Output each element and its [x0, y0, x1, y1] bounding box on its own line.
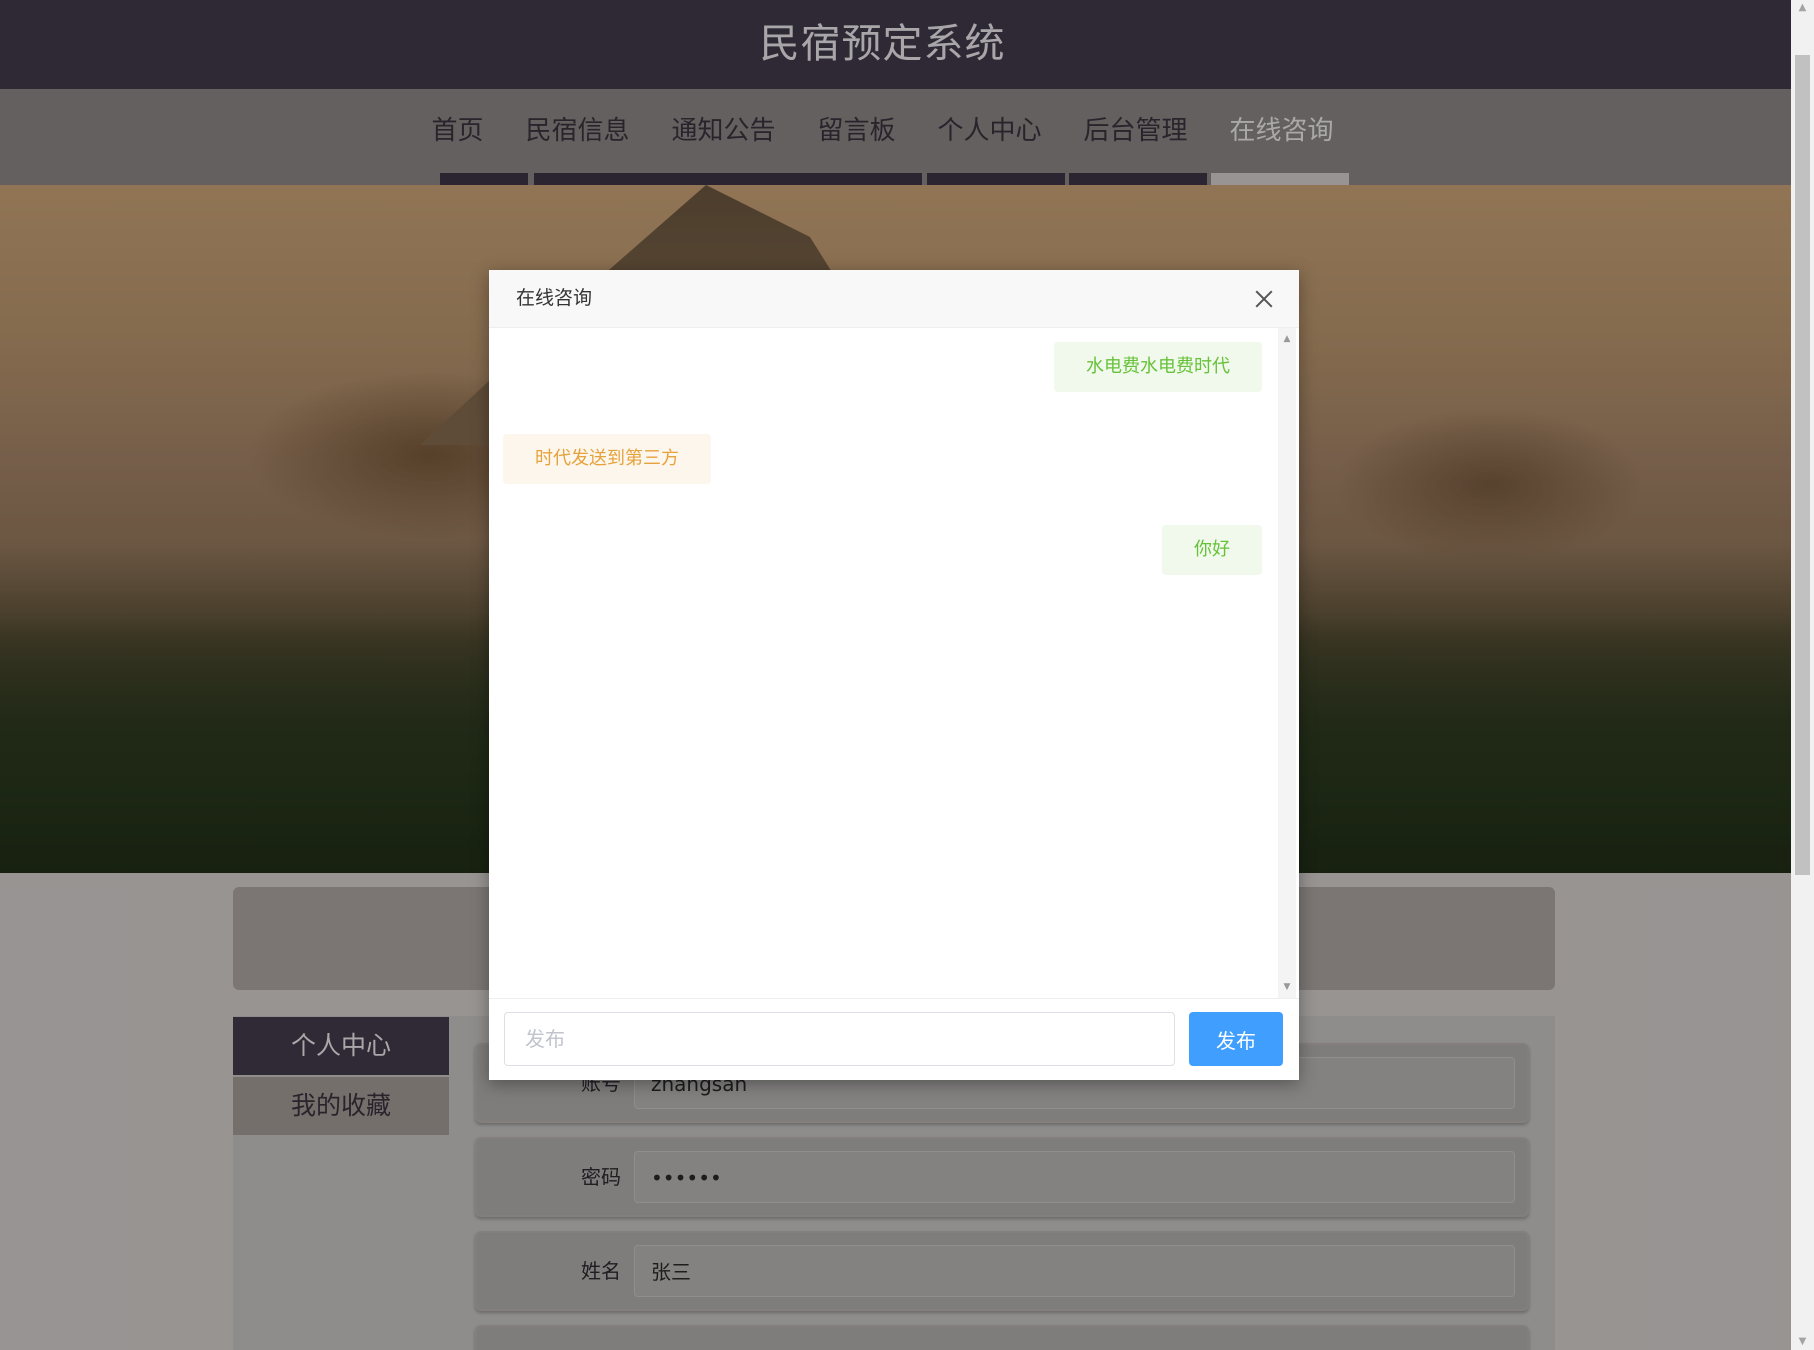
consult-dialog: 在线咨询 水电费水电费时代 时代发送到第三方 你好 ▲ ▼ 发布 [489, 270, 1299, 1080]
close-icon[interactable] [1251, 286, 1277, 312]
chat-message-sent: 水电费水电费时代 [1054, 342, 1262, 392]
send-button[interactable]: 发布 [1189, 1012, 1283, 1066]
dialog-footer: 发布 [489, 998, 1299, 1081]
chat-message-received: 时代发送到第三方 [503, 434, 711, 484]
page-scrollbar[interactable]: ▲ ▼ [1791, 0, 1814, 1350]
dialog-title: 在线咨询 [516, 287, 593, 309]
dialog-header: 在线咨询 [489, 270, 1299, 328]
chat-message-sent: 你好 [1162, 525, 1262, 575]
chat-message-list[interactable]: 水电费水电费时代 时代发送到第三方 你好 ▲ ▼ [489, 328, 1299, 998]
scroll-up-arrow[interactable]: ▲ [1791, 0, 1814, 16]
chat-scroll-down-icon[interactable]: ▼ [1278, 982, 1296, 992]
chat-scroll-up-icon[interactable]: ▲ [1278, 334, 1296, 344]
scroll-thumb[interactable] [1795, 55, 1810, 875]
scroll-down-arrow[interactable]: ▼ [1791, 1334, 1814, 1350]
chat-scrollbar[interactable]: ▲ ▼ [1278, 328, 1296, 998]
chat-input[interactable] [504, 1012, 1175, 1066]
